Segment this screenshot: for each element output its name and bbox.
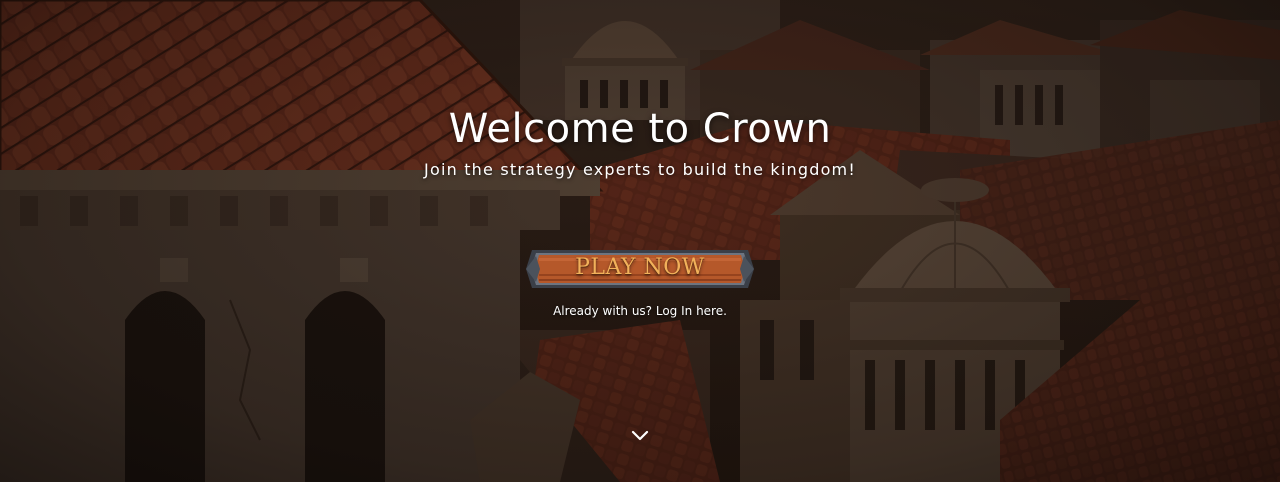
hero-content: Welcome to Crown Join the strategy exper… [0,0,1280,482]
page-title: Welcome to Crown [448,106,832,152]
play-now-label: PLAY NOW [575,255,705,280]
login-link[interactable]: Already with us? Log In here. [0,304,1280,318]
page-subtitle: Join the strategy experts to build the k… [424,160,856,179]
hero-section: Welcome to Crown Join the strategy exper… [0,0,1280,482]
play-now-button[interactable]: PLAY NOW [526,246,754,292]
chevron-down-icon[interactable] [630,428,650,442]
